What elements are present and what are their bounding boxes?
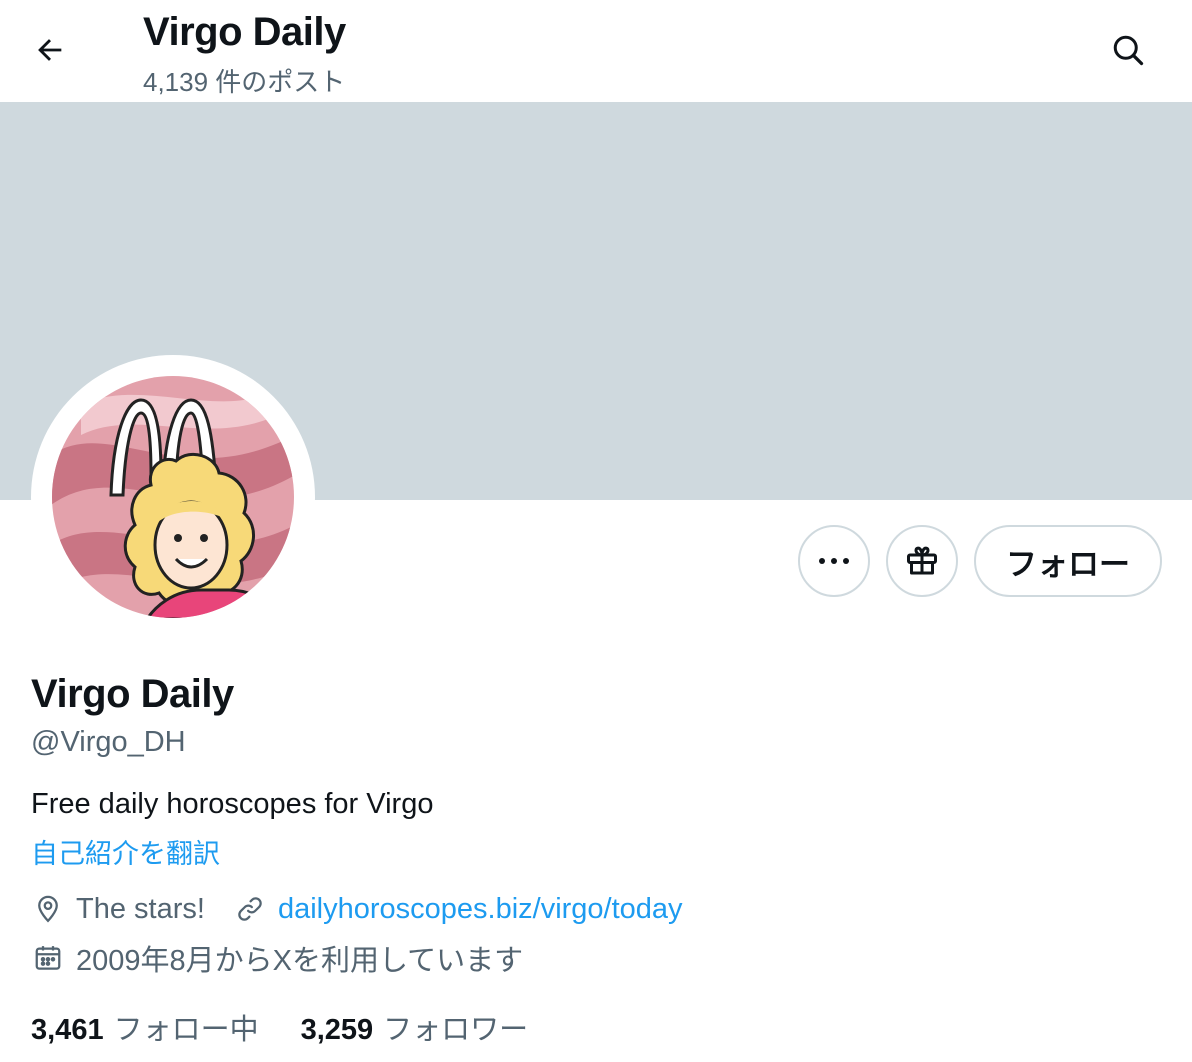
calendar-icon — [31, 941, 65, 975]
location-pin-icon — [31, 892, 65, 926]
profile-name: Virgo Daily — [31, 672, 234, 716]
more-button[interactable] — [798, 525, 870, 597]
more-icon — [819, 558, 849, 564]
profile-website-link[interactable]: dailyhoroscopes.biz/virgo/today — [278, 893, 683, 926]
post-count: 4,139 件のポスト — [143, 67, 346, 97]
translate-bio-link[interactable]: 自己紹介を翻訳 — [31, 832, 220, 871]
link-icon — [233, 892, 267, 926]
profile-location: The stars! — [76, 892, 205, 925]
followers-label: フォロワー — [383, 1014, 529, 1046]
profile-bio: Free daily horoscopes for Virgo — [31, 788, 434, 820]
profile-handle: @Virgo_DH — [31, 726, 186, 758]
following-link[interactable]: 3,461 フォロー中 — [31, 1006, 259, 1048]
top-bar: Virgo Daily 4,139 件のポスト — [0, 0, 1192, 102]
profile-joined-row: 2009年8月からXを利用しています — [31, 937, 523, 979]
back-button[interactable] — [22, 22, 78, 78]
following-count: 3,461 — [31, 1014, 104, 1046]
arrow-left-icon — [38, 39, 62, 61]
search-button[interactable] — [1100, 22, 1156, 78]
followers-count: 3,259 — [300, 1014, 374, 1046]
profile-meta-row: The stars! dailyhoroscopes.biz/virgo/tod… — [31, 892, 683, 926]
header-title: Virgo Daily — [143, 10, 346, 54]
profile-stats: 3,461 フォロー中 3,259 フォロワー — [31, 1006, 528, 1048]
avatar[interactable] — [51, 375, 295, 619]
followers-link[interactable]: 3,259 フォロワー — [301, 1006, 529, 1048]
profile-joined-date: 2009年8月からXを利用しています — [76, 945, 524, 977]
follow-button[interactable]: フォロー — [974, 525, 1162, 597]
gift-icon — [907, 546, 937, 575]
gift-button[interactable] — [886, 525, 958, 597]
search-icon — [1113, 35, 1144, 66]
following-label: フォロー中 — [113, 1014, 259, 1046]
